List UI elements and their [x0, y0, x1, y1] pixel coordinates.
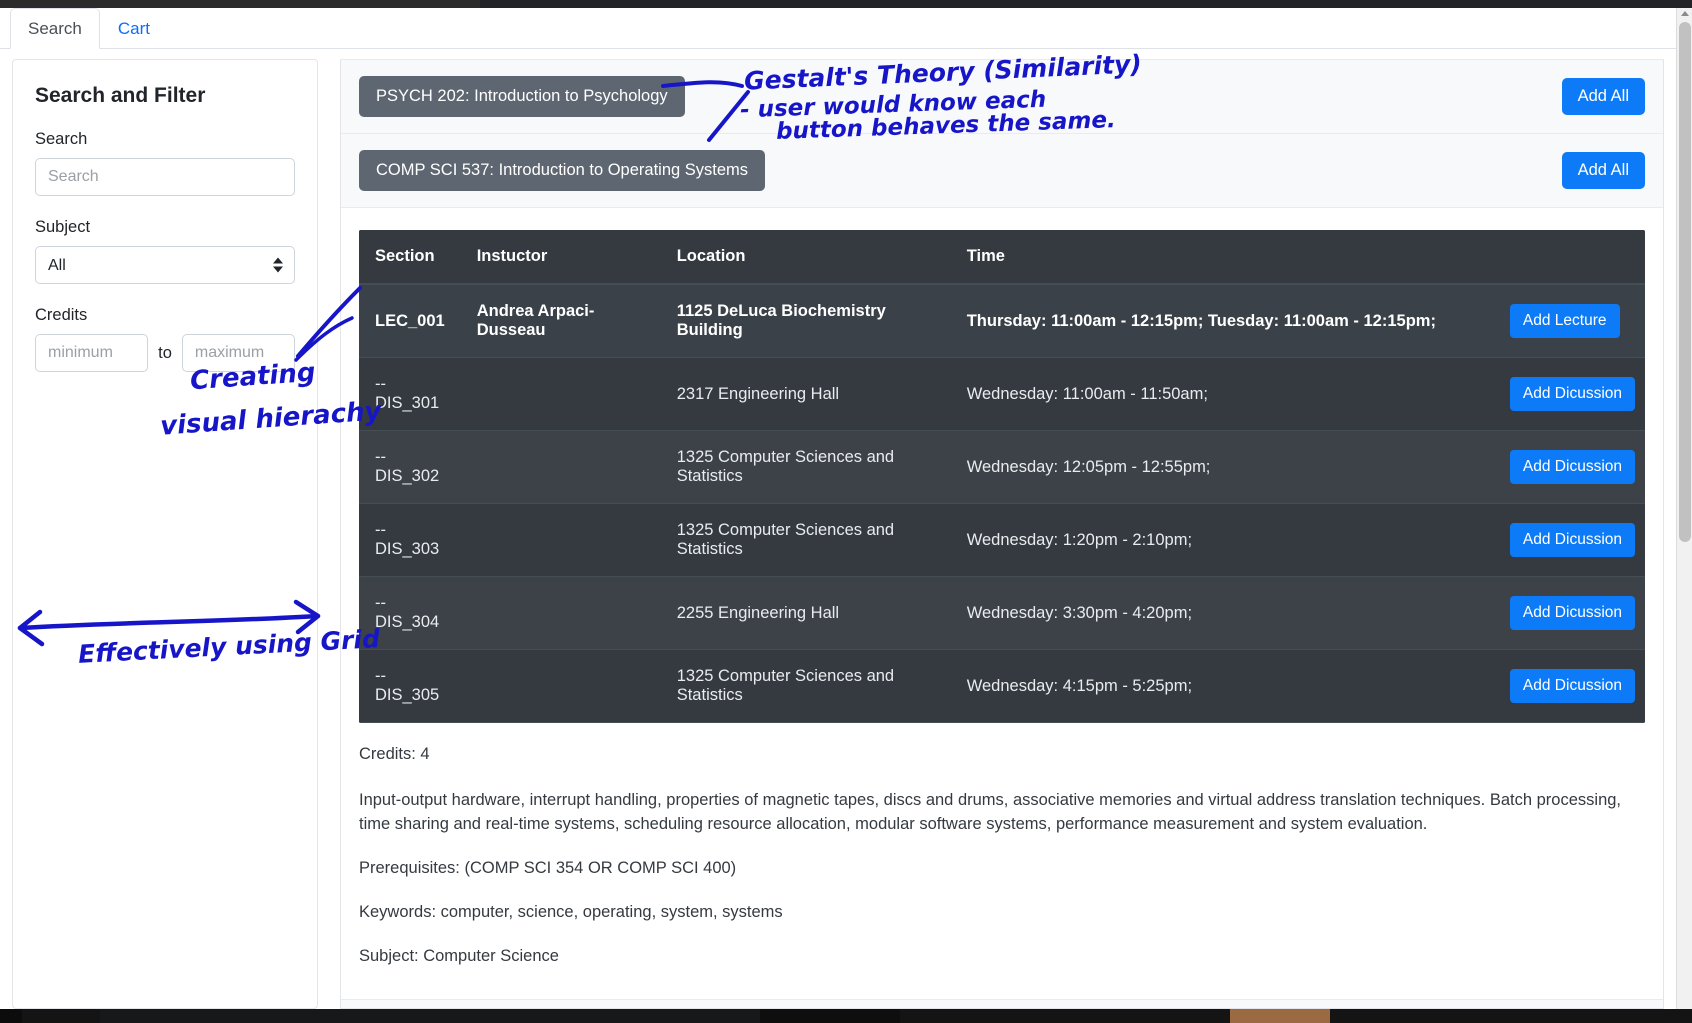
main-layout: Search and Filter Search Subject All — [0, 49, 1676, 1009]
add-discussion-button[interactable]: Add Dicussion — [1509, 377, 1635, 411]
cell-action: Add Dicussion — [1493, 576, 1645, 650]
cell-section: LEC_001 — [359, 284, 461, 358]
cell-section: -- DIS_304 — [359, 576, 461, 650]
add-discussion-button[interactable]: Add Dicussion — [1509, 596, 1635, 630]
column-header-location: Location — [660, 230, 951, 285]
sections-table-body: LEC_001 Andrea Arpaci-Dusseau 1125 DeLuc… — [359, 284, 1645, 723]
cell-time: Wednesday: 4:15pm - 5:25pm; — [950, 649, 1494, 723]
subject-field-group: Subject All — [35, 218, 295, 284]
table-header-row: Section Instuctor Location Time — [359, 230, 1645, 285]
table-row: -- DIS_304 2255 Engineering Hall Wednesd… — [359, 576, 1645, 650]
add-discussion-button[interactable]: Add Dicussion — [1509, 669, 1635, 703]
cell-section: -- DIS_305 — [359, 649, 461, 723]
add-all-button[interactable]: Add All — [1561, 152, 1645, 189]
cell-instructor — [460, 357, 661, 431]
browser-page: Search Cart Search and Filter Search Sub… — [0, 8, 1676, 1009]
cell-location: 1325 Computer Sciences and Statistics — [660, 649, 951, 723]
cell-instructor: Andrea Arpaci-Dusseau — [460, 284, 661, 358]
table-row: -- DIS_305 1325 Computer Sciences and St… — [359, 649, 1645, 723]
table-row: -- DIS_303 1325 Computer Sciences and St… — [359, 503, 1645, 577]
tab-search[interactable]: Search — [10, 8, 100, 49]
sections-table-head: Section Instuctor Location Time — [359, 230, 1645, 285]
panel-title: Search and Filter — [35, 84, 206, 107]
credits-range-row: to — [35, 334, 296, 372]
cell-action: Add Dicussion — [1493, 357, 1645, 431]
cell-instructor — [460, 503, 661, 577]
credits-to-label: to — [158, 343, 172, 362]
add-all-button[interactable]: Add All — [1561, 78, 1645, 115]
cell-location: 2317 Engineering Hall — [660, 357, 951, 431]
cell-instructor — [460, 649, 661, 723]
search-and-filter-panel: Search and Filter Search Subject All — [12, 59, 318, 1009]
course-subject-text: Subject: Computer Science — [359, 946, 559, 965]
credits-label: Credits — [35, 306, 88, 324]
sections-table: Section Instuctor Location Time LEC_001 — [359, 230, 1645, 723]
course-keywords-text: Keywords: computer, science, operating, … — [359, 902, 783, 921]
subject-select-wrapper: All — [35, 246, 295, 284]
cell-time: Wednesday: 1:20pm - 2:10pm; — [950, 503, 1494, 577]
cell-section: -- DIS_302 — [359, 430, 461, 504]
course-row: PSYCH 202: Introduction to Psychology Ad… — [341, 60, 1663, 134]
credits-field-group: Credits to — [35, 306, 296, 372]
detail-bottom-spacer — [341, 969, 1663, 999]
subject-label: Subject — [35, 218, 91, 236]
search-field-group: Search — [35, 130, 295, 196]
tab-cart[interactable]: Cart — [100, 8, 168, 49]
search-input[interactable] — [35, 158, 295, 196]
course-credits-text: Credits: 4 — [359, 745, 430, 763]
course-row: COMP SCI 300: Programming 2 Add All — [341, 999, 1663, 1008]
cell-instructor — [460, 430, 661, 504]
course-row: COMP SCI 537: Introduction to Operating … — [341, 134, 1663, 208]
credits-minimum-input[interactable] — [35, 334, 149, 372]
os-top-strip — [0, 0, 1692, 8]
cell-action: Add Dicussion — [1493, 430, 1645, 504]
course-detail-panel: Section Instuctor Location Time LEC_001 — [341, 230, 1663, 1000]
cell-action: Add Dicussion — [1493, 503, 1645, 577]
sections-table-wrapper: Section Instuctor Location Time LEC_001 — [359, 230, 1645, 723]
cell-location: 1125 DeLuca Biochemistry Building — [660, 284, 951, 358]
cell-action: Add Lecture — [1493, 284, 1645, 358]
table-row: -- DIS_301 2317 Engineering Hall Wednesd… — [359, 357, 1645, 431]
cell-section: -- DIS_301 — [359, 357, 461, 431]
course-description-text: Input-output hardware, interrupt handlin… — [359, 790, 1622, 833]
add-lecture-button[interactable]: Add Lecture — [1509, 304, 1620, 338]
tab-bar: Search Cart — [0, 8, 1676, 49]
search-label: Search — [35, 130, 88, 148]
course-results-panel: PSYCH 202: Introduction to Psychology Ad… — [340, 59, 1664, 1009]
column-header-action — [1493, 230, 1645, 285]
table-row: -- DIS_302 1325 Computer Sciences and St… — [359, 430, 1645, 504]
cell-action: Add Dicussion — [1493, 649, 1645, 723]
column-header-section: Section — [359, 230, 461, 285]
cell-location: 1325 Computer Sciences and Statistics — [660, 430, 951, 504]
subject-select[interactable]: All — [35, 246, 295, 284]
application-window: Search Cart Search and Filter Search Sub… — [0, 0, 1692, 1023]
os-top-strip-left-segment — [0, 0, 480, 8]
add-discussion-button[interactable]: Add Dicussion — [1509, 523, 1635, 557]
cell-time: Thursday: 11:00am - 12:15pm; Tuesday: 11… — [950, 284, 1494, 358]
column-header-time: Time — [950, 230, 1494, 285]
course-title-button-comp-sci-537[interactable]: COMP SCI 537: Introduction to Operating … — [359, 150, 766, 191]
credits-maximum-input[interactable] — [181, 334, 296, 372]
page-scrollbar[interactable] — [1676, 8, 1692, 1009]
cell-location: 2255 Engineering Hall — [660, 576, 951, 650]
scroll-up-arrow-icon[interactable] — [1681, 11, 1689, 16]
course-title-button-psych-202[interactable]: PSYCH 202: Introduction to Psychology — [359, 76, 685, 117]
cell-time: Wednesday: 12:05pm - 12:55pm; — [950, 430, 1494, 504]
table-row: LEC_001 Andrea Arpaci-Dusseau 1125 DeLuc… — [359, 284, 1645, 358]
course-prerequisites-text: Prerequisites: (COMP SCI 354 OR COMP SCI… — [359, 858, 737, 877]
add-discussion-button[interactable]: Add Dicussion — [1509, 450, 1635, 484]
cell-section: -- DIS_303 — [359, 503, 461, 577]
cell-time: Wednesday: 3:30pm - 4:20pm; — [950, 576, 1494, 650]
cell-location: 1325 Computer Sciences and Statistics — [660, 503, 951, 577]
cell-time: Wednesday: 11:00am - 11:50am; — [950, 357, 1494, 431]
cell-instructor — [460, 576, 661, 650]
scrollbar-thumb[interactable] — [1679, 22, 1691, 542]
column-header-instructor: Instuctor — [460, 230, 661, 285]
os-bottom-strip — [0, 1009, 1692, 1023]
